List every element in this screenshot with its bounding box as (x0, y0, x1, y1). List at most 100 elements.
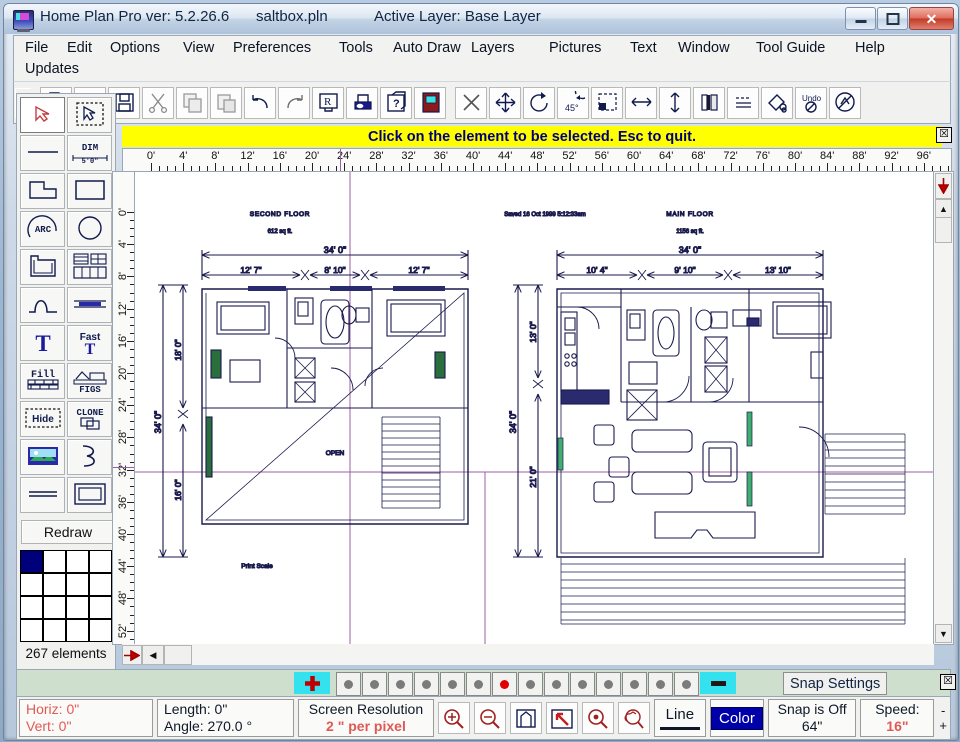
speed-stepper[interactable]: - + (936, 697, 950, 739)
fast-text-tool[interactable]: Fast T (67, 325, 112, 361)
color-swatch[interactable] (89, 550, 112, 573)
pointer-select-tool[interactable] (20, 97, 65, 133)
vertical-ruler[interactable]: 0' 4' 8' 12' 16' 20' 24' 28' 32' 36' 40' 44' 48' 52' (112, 171, 136, 645)
color-swatch[interactable] (20, 550, 43, 573)
line-width-swatch[interactable] (336, 672, 361, 696)
menu-item-help[interactable]: Help (855, 40, 885, 56)
decrease-width-button[interactable] (700, 672, 736, 694)
menu-item-tools[interactable]: Tools (339, 40, 373, 56)
scroll-down-button[interactable]: ▼ (935, 624, 952, 643)
color-swatch[interactable] (20, 573, 43, 596)
windows-doors-tool[interactable] (67, 249, 112, 285)
fill-tool[interactable]: Fill (20, 363, 65, 399)
lines-button[interactable] (727, 86, 759, 119)
help-page-button[interactable]: ? (380, 86, 412, 119)
screen-resolution-box[interactable]: Screen Resolution 2 " per pixel (298, 699, 434, 737)
figures-tool[interactable]: FIGS (67, 363, 112, 399)
scroll-marker-down-icon[interactable] (935, 173, 952, 199)
menu-item-text[interactable]: Text (630, 40, 657, 56)
menu-item-preferences[interactable]: Preferences (233, 40, 311, 56)
speed-increase-button[interactable]: + (939, 718, 947, 733)
line-width-swatch[interactable] (440, 672, 465, 696)
horizontal-ruler[interactable]: 0' 4' 8' 12' 16' 20' 24' 28' 32' 36' 40' 44' 48' 52' 5… (122, 148, 952, 172)
curve-tool[interactable] (20, 287, 65, 323)
scroll-up-button[interactable]: ▲ (935, 199, 952, 218)
box-tool[interactable] (67, 477, 112, 513)
rotate-45-button[interactable]: 45° (557, 86, 589, 119)
menu-item-layers[interactable]: Layers (471, 40, 515, 56)
color-swatch[interactable] (66, 550, 89, 573)
drawing-canvas[interactable]: SECOND FLOOR 612 sq ft. Saved 16 Oct 199… (134, 171, 936, 645)
marquee-select-tool[interactable] (67, 97, 112, 133)
strip-close-button[interactable]: ☒ (940, 674, 956, 690)
color-swatch[interactable] (66, 619, 89, 642)
vertical-scroll-thumb[interactable] (935, 217, 952, 243)
rotate-button[interactable] (523, 86, 555, 119)
line-width-swatch-active[interactable] (492, 672, 517, 696)
horizontal-scrollbar[interactable]: ◀ (122, 644, 934, 665)
beam-tool[interactable] (67, 287, 112, 323)
menu-item-tool-guide[interactable]: Tool Guide (756, 40, 825, 56)
color-swatch[interactable] (20, 596, 43, 619)
zoom-previous-button[interactable] (581, 702, 614, 734)
clone-tool[interactable]: CLONE (67, 401, 112, 437)
wall-tool[interactable] (20, 249, 65, 285)
line-width-swatch[interactable] (518, 672, 543, 696)
text-tool[interactable]: T (20, 325, 65, 361)
polyline-tool[interactable] (20, 173, 65, 209)
line-width-swatch[interactable] (674, 672, 699, 696)
speed-decrease-button[interactable]: - (941, 703, 945, 718)
zoom-out-button[interactable] (473, 702, 506, 734)
horizontal-scroll-thumb[interactable] (164, 645, 192, 665)
zoom-in-button[interactable] (437, 702, 470, 734)
line-tool[interactable] (20, 135, 65, 171)
line-width-swatch[interactable] (388, 672, 413, 696)
minimize-button[interactable] (845, 7, 876, 30)
undo-button[interactable] (244, 86, 276, 119)
no-draw-button[interactable] (829, 86, 861, 119)
stretch-horizontal-button[interactable] (625, 86, 657, 119)
color-swatch[interactable] (66, 596, 89, 619)
line-width-swatch[interactable] (414, 672, 439, 696)
scroll-left-button[interactable]: ◀ (142, 645, 164, 665)
snap-settings-button[interactable]: Snap Settings (783, 672, 888, 695)
arc-tool[interactable]: ARC (20, 211, 65, 247)
line-width-swatch[interactable] (362, 672, 387, 696)
redraw-button[interactable]: Redraw (21, 520, 115, 544)
color-swatch[interactable] (43, 550, 66, 573)
menu-item-edit[interactable]: Edit (67, 40, 92, 56)
menu-item-window[interactable]: Window (678, 40, 730, 56)
line-width-swatch[interactable] (622, 672, 647, 696)
color-swatch[interactable] (43, 619, 66, 642)
menu-item-updates[interactable]: Updates (25, 61, 79, 77)
paste-button[interactable] (210, 86, 242, 119)
color-button[interactable]: Color (709, 699, 764, 737)
menu-item-options[interactable]: Options (110, 40, 160, 56)
mirror-button[interactable] (693, 86, 725, 119)
vertical-scrollbar[interactable]: ▲ ▼ (933, 171, 954, 645)
redo-button[interactable] (278, 86, 310, 119)
menu-item-view[interactable]: View (183, 40, 214, 56)
color-swatch[interactable] (89, 619, 112, 642)
move-button[interactable] (489, 86, 521, 119)
line-width-swatch[interactable] (648, 672, 673, 696)
line-width-swatch[interactable] (596, 672, 621, 696)
delete-x-button[interactable] (455, 86, 487, 119)
color-swatch[interactable] (66, 573, 89, 596)
color-swatch[interactable] (43, 596, 66, 619)
picture-tool[interactable] (20, 439, 65, 475)
line-width-swatch[interactable] (570, 672, 595, 696)
paint-pour-button[interactable] (761, 86, 793, 119)
hint-close-button[interactable]: ☒ (936, 127, 952, 143)
printer-button[interactable] (346, 86, 378, 119)
speed-box[interactable]: Speed: 16" (860, 699, 935, 737)
dimension-tool[interactable]: DIM 5'0" (67, 135, 112, 171)
rectangle-tool[interactable] (67, 173, 112, 209)
color-swatch[interactable] (89, 596, 112, 619)
color-swatch[interactable] (43, 573, 66, 596)
hide-tool[interactable]: Hide (20, 401, 65, 437)
menu-item-pictures[interactable]: Pictures (549, 40, 601, 56)
copy-button[interactable] (176, 86, 208, 119)
exit-door-button[interactable] (414, 86, 446, 119)
line-style-button[interactable]: Line (653, 699, 706, 737)
